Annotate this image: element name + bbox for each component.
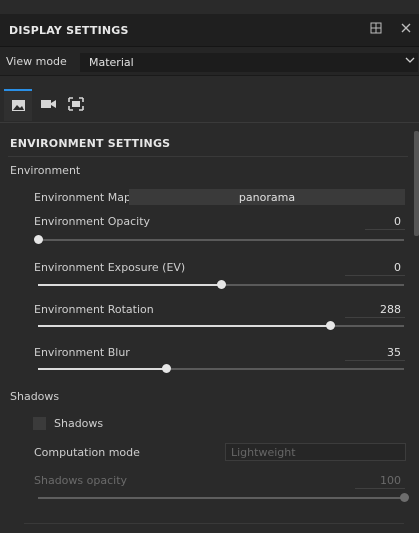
shadows-checkbox-label: Shadows bbox=[54, 417, 104, 430]
shadows-opacity-value: 100 bbox=[380, 474, 401, 487]
view-mode-value: Material bbox=[89, 56, 134, 69]
environment-opacity-label: Environment Opacity bbox=[34, 215, 151, 228]
environment-rotation-label: Environment Rotation bbox=[34, 303, 154, 316]
view-mode-label: View mode bbox=[6, 55, 67, 68]
environment-group-label: Environment bbox=[10, 164, 81, 177]
section-divider bbox=[8, 156, 408, 157]
view-mode-select[interactable]: Material bbox=[80, 53, 418, 72]
display-settings-panel: DISPLAY SETTINGS View mode Material ENVI… bbox=[0, 0, 419, 533]
chevron-down-icon bbox=[405, 55, 415, 68]
environment-exposure-track[interactable] bbox=[221, 284, 404, 286]
dock-icon[interactable] bbox=[369, 22, 383, 36]
dock-icon-svg bbox=[370, 22, 382, 34]
environment-rotation-slider-handle[interactable] bbox=[326, 321, 336, 330]
environment-map-field[interactable]: panorama bbox=[129, 189, 405, 205]
environment-exposure-slider-handle[interactable] bbox=[216, 280, 226, 289]
computation-mode-value: Lightweight bbox=[231, 446, 296, 459]
environment-opacity-value: 0 bbox=[394, 215, 401, 228]
environment-rotation-track[interactable] bbox=[330, 325, 404, 327]
shadows-opacity-track[interactable] bbox=[38, 497, 404, 499]
shadows-checkbox[interactable] bbox=[33, 417, 46, 430]
environment-blur-label: Environment Blur bbox=[34, 346, 130, 359]
environment-opacity-slider-handle[interactable] bbox=[33, 235, 43, 244]
panel-title: DISPLAY SETTINGS bbox=[9, 24, 129, 37]
shadows-group-label: Shadows bbox=[10, 390, 60, 403]
environment-exposure-value: 0 bbox=[394, 261, 401, 274]
panel-header: DISPLAY SETTINGS bbox=[0, 14, 419, 47]
environment-blur-slider-handle[interactable] bbox=[161, 364, 171, 373]
shadows-opacity-slider-handle[interactable] bbox=[399, 493, 409, 502]
computation-mode-field[interactable]: Lightweight bbox=[225, 443, 406, 461]
tab-camera[interactable] bbox=[34, 89, 62, 119]
environment-exposure-field[interactable]: 0 bbox=[345, 261, 405, 276]
shadows-opacity-field[interactable]: 100 bbox=[355, 474, 405, 489]
video-camera-icon bbox=[41, 100, 56, 108]
bottom-divider bbox=[24, 523, 404, 524]
scrollbar-thumb[interactable] bbox=[414, 131, 419, 236]
environment-rotation-field[interactable]: 288 bbox=[345, 303, 405, 318]
view-mode-row: View mode Material bbox=[0, 47, 419, 76]
environment-blur-value: 35 bbox=[387, 346, 401, 359]
environment-opacity-field[interactable]: 0 bbox=[365, 215, 405, 230]
environment-map-label: Environment Map bbox=[34, 191, 131, 204]
image-icon bbox=[12, 100, 25, 111]
environment-blur-fill bbox=[38, 368, 167, 370]
frame-icon bbox=[68, 97, 84, 111]
environment-blur-track[interactable] bbox=[166, 368, 404, 370]
environment-opacity-track[interactable] bbox=[38, 239, 404, 241]
close-icon-svg bbox=[401, 23, 411, 33]
environment-rotation-fill bbox=[38, 325, 331, 327]
environment-exposure-label: Environment Exposure (EV) bbox=[34, 261, 186, 274]
close-icon[interactable] bbox=[399, 22, 413, 36]
tab-environment[interactable] bbox=[4, 89, 32, 121]
shadows-opacity-label: Shadows opacity bbox=[34, 474, 128, 487]
environment-blur-field[interactable]: 35 bbox=[345, 346, 405, 361]
settings-tabs bbox=[0, 88, 419, 123]
tab-frame[interactable] bbox=[62, 89, 90, 119]
section-title: ENVIRONMENT SETTINGS bbox=[10, 137, 171, 150]
computation-mode-label: Computation mode bbox=[34, 446, 140, 459]
environment-map-value: panorama bbox=[238, 191, 296, 204]
environment-exposure-fill bbox=[38, 284, 221, 286]
environment-rotation-value: 288 bbox=[380, 303, 401, 316]
